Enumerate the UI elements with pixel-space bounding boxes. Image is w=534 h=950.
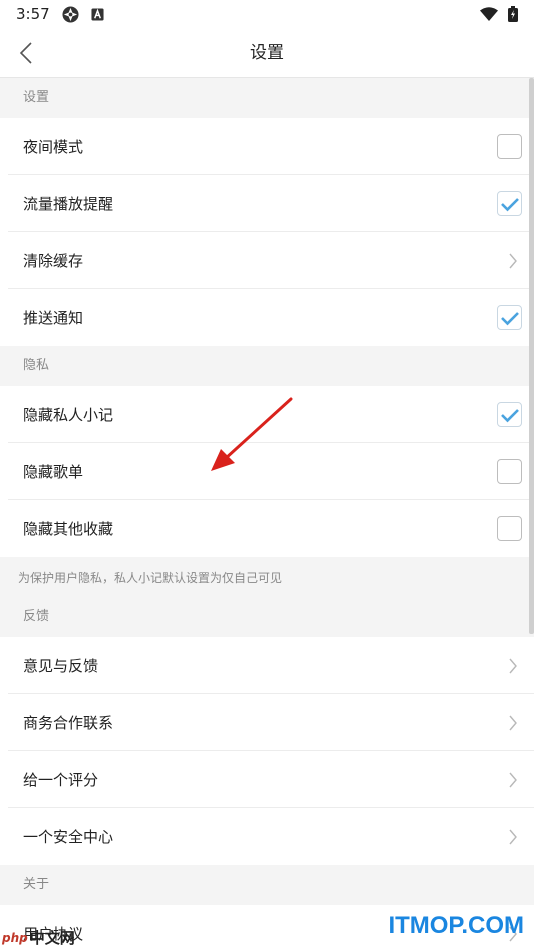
status-time: 3:57 <box>16 5 50 23</box>
row-push-notifications[interactable]: 推送通知 <box>0 289 534 346</box>
status-bar: 3:57 <box>0 0 534 28</box>
row-label: 夜间模式 <box>23 138 84 156</box>
pinwheel-icon <box>62 5 79 23</box>
privacy-note: 为保护用户隐私，私人小记默认设置为仅自己可见 <box>0 557 534 597</box>
row-rate-app[interactable]: 给一个评分 <box>0 751 534 808</box>
app-header: 设置 <box>0 28 534 78</box>
section-header-feedback: 反馈 <box>0 597 534 637</box>
settings-list: 设置 夜间模式 流量播放提醒 清除缓存 推送通知 隐私 隐藏私人小记 隐藏歌单 … <box>0 78 534 950</box>
row-label: 给一个评分 <box>23 771 99 789</box>
row-label: 流量播放提醒 <box>23 195 114 213</box>
row-data-play-reminder[interactable]: 流量播放提醒 <box>0 175 534 232</box>
chevron-right-icon <box>509 658 517 674</box>
screen: 3:57 设置 设置 夜间模式 流量播放提醒 清除缓存 推送通知 隐私 隐藏私人… <box>0 0 534 950</box>
night-mode-checkbox[interactable] <box>497 134 522 159</box>
section-header-settings: 设置 <box>0 78 534 118</box>
push-notifications-checkbox[interactable] <box>497 305 522 330</box>
row-business-contact[interactable]: 商务合作联系 <box>0 694 534 751</box>
checkmark-icon <box>500 197 519 211</box>
row-feedback[interactable]: 意见与反馈 <box>0 637 534 694</box>
battery-charging-icon <box>508 6 518 22</box>
chevron-left-icon <box>19 42 32 64</box>
row-label: 商务合作联系 <box>23 714 114 732</box>
checkmark-icon <box>500 408 519 422</box>
row-security-center[interactable]: 一个安全中心 <box>0 808 534 865</box>
watermark-php-label: php <box>2 930 28 945</box>
page-title: 设置 <box>250 43 284 63</box>
hide-playlists-checkbox[interactable] <box>497 459 522 484</box>
chevron-right-icon <box>509 772 517 788</box>
chevron-right-icon <box>509 715 517 731</box>
status-right <box>480 6 518 22</box>
chevron-right-icon <box>509 829 517 845</box>
a-box-icon <box>91 7 104 21</box>
row-label: 推送通知 <box>23 309 84 327</box>
section-header-about: 关于 <box>0 865 534 905</box>
wifi-icon <box>480 7 498 21</box>
hide-private-notes-checkbox[interactable] <box>497 402 522 427</box>
watermark-itmop: ITMOP.COM <box>388 912 524 939</box>
section-header-privacy: 隐私 <box>0 346 534 386</box>
scrollbar[interactable] <box>529 78 534 634</box>
red-arrow-annotation-icon <box>211 397 293 471</box>
watermark-cn-label: 中文网 <box>29 929 75 947</box>
back-button[interactable] <box>10 37 42 69</box>
row-night-mode[interactable]: 夜间模式 <box>0 118 534 175</box>
row-label: 隐藏其他收藏 <box>23 520 114 538</box>
status-left: 3:57 <box>16 5 104 23</box>
row-clear-cache[interactable]: 清除缓存 <box>0 232 534 289</box>
checkmark-icon <box>500 311 519 325</box>
chevron-right-icon <box>509 253 517 269</box>
row-label: 意见与反馈 <box>23 657 99 675</box>
data-play-reminder-checkbox[interactable] <box>497 191 522 216</box>
hide-other-favorites-checkbox[interactable] <box>497 516 522 541</box>
row-label: 一个安全中心 <box>23 828 114 846</box>
row-label: 清除缓存 <box>23 252 84 270</box>
watermark-php-cn: php 中文网 <box>2 927 75 948</box>
row-hide-other-favorites[interactable]: 隐藏其他收藏 <box>0 500 534 557</box>
